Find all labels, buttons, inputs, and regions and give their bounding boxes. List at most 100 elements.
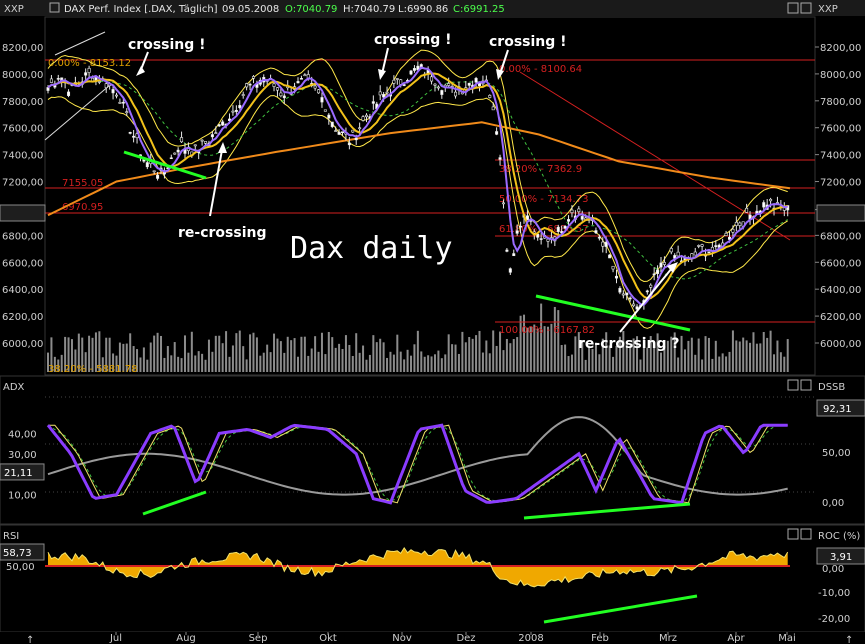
volume-bar bbox=[738, 341, 741, 372]
annotation-re-crossing: re-crossing bbox=[178, 225, 266, 241]
candle-body bbox=[354, 137, 358, 141]
volume-bar bbox=[694, 354, 697, 372]
candle-body bbox=[121, 101, 125, 104]
volume-bar bbox=[279, 341, 282, 372]
candle-body bbox=[313, 85, 317, 89]
candle-body bbox=[567, 219, 571, 222]
volume-bar bbox=[437, 350, 440, 372]
candle-body bbox=[176, 149, 180, 153]
volume-bar bbox=[314, 336, 317, 372]
price-right-tick: 7200,00 bbox=[820, 178, 861, 189]
volume-bar bbox=[348, 344, 351, 372]
candle-body bbox=[707, 251, 711, 254]
candle-body bbox=[577, 208, 581, 213]
volume-bar bbox=[485, 340, 488, 372]
volume-bar bbox=[303, 336, 306, 372]
volume-bar bbox=[139, 357, 142, 372]
price-right-tick: 6400,00 bbox=[820, 285, 861, 296]
volume-bar bbox=[351, 355, 354, 372]
volume-bar bbox=[410, 355, 413, 372]
volume-bar bbox=[704, 336, 707, 372]
candle-body bbox=[275, 87, 279, 91]
candle-body bbox=[303, 74, 307, 77]
candle-body bbox=[334, 130, 338, 132]
candle-body bbox=[323, 109, 327, 112]
left-axis-label: XXP bbox=[4, 4, 24, 15]
volume-bar bbox=[468, 337, 471, 372]
price-candles bbox=[46, 61, 790, 311]
volume-bar bbox=[492, 330, 495, 372]
volume-bar bbox=[731, 330, 734, 372]
annotation-re-crossing-q: re-crossing ? bbox=[578, 336, 679, 352]
volume-bar bbox=[286, 336, 289, 372]
arrow-crossing-2 bbox=[381, 47, 389, 75]
candle-body bbox=[145, 162, 149, 168]
volume-bar bbox=[259, 355, 262, 372]
roc-right-tick: -10,00 bbox=[818, 588, 850, 599]
scroll-right-icon[interactable]: ↑ bbox=[845, 635, 853, 644]
volume-bar bbox=[557, 310, 560, 372]
candle-body bbox=[282, 95, 286, 99]
price-left-tick: 6800,00 bbox=[2, 231, 43, 242]
rsi-left-tick: 50,00 bbox=[6, 562, 35, 573]
volume-bar bbox=[290, 340, 293, 372]
header-close: C:6991.25 bbox=[453, 4, 505, 15]
volume-bar bbox=[718, 356, 721, 372]
arrowhead-re-crossing-icon bbox=[218, 142, 227, 153]
candle-body bbox=[132, 135, 136, 138]
candle-body bbox=[597, 236, 601, 239]
candle-body bbox=[245, 83, 249, 88]
price-right-tick: 6800,00 bbox=[820, 231, 861, 242]
volume-bar bbox=[509, 343, 512, 372]
candle-body bbox=[378, 91, 382, 96]
dssb-right-tick: 92,31 bbox=[823, 404, 852, 415]
volume-bar bbox=[516, 337, 519, 372]
volume-bar bbox=[403, 359, 406, 372]
candle-body bbox=[693, 251, 697, 256]
chart-caption: Dax daily bbox=[290, 231, 453, 266]
white-trend-line-b bbox=[54, 31, 106, 56]
candle-body bbox=[731, 228, 735, 233]
volume-bar bbox=[218, 335, 221, 372]
candle-body bbox=[594, 230, 598, 234]
candle-body bbox=[125, 111, 129, 113]
candle-body bbox=[104, 83, 108, 88]
candle-body bbox=[436, 86, 440, 89]
volume-bar bbox=[331, 337, 334, 372]
candle-body bbox=[649, 284, 653, 288]
candle-body bbox=[210, 134, 214, 138]
candle-body bbox=[433, 83, 437, 86]
candle-body bbox=[447, 83, 451, 86]
candle-body bbox=[498, 157, 502, 160]
volume-bar bbox=[355, 333, 358, 372]
volume-bar bbox=[444, 354, 447, 372]
volume-bar bbox=[238, 330, 241, 372]
volume-bar bbox=[382, 342, 385, 372]
candle-body bbox=[87, 68, 91, 73]
volume-bar bbox=[255, 337, 258, 372]
candle-body bbox=[412, 68, 416, 71]
volume-bar bbox=[344, 335, 347, 372]
candle-body bbox=[491, 106, 495, 111]
candle-body bbox=[625, 292, 629, 296]
volume-bar bbox=[156, 332, 159, 372]
volume-bar bbox=[687, 340, 690, 372]
right-axis-label: XXP bbox=[818, 4, 838, 15]
dssb-right-tick: 0,00 bbox=[822, 498, 844, 509]
candle-body bbox=[382, 94, 386, 98]
volume-bar bbox=[242, 346, 245, 372]
volume-bar bbox=[478, 330, 481, 372]
price-right-tick: 7800,00 bbox=[820, 97, 861, 108]
fib-label-100: 100.00% - 6167.82 bbox=[499, 325, 595, 336]
instrument-title: DAX Perf. Index [.DAX, Täglich] bbox=[64, 4, 218, 15]
volume-bar bbox=[324, 354, 327, 372]
candle-body bbox=[738, 222, 742, 226]
level-label-7155: 7155.05 bbox=[62, 178, 103, 189]
volume-bar bbox=[160, 335, 163, 372]
volume-bar bbox=[221, 343, 224, 372]
candle-body bbox=[351, 129, 355, 133]
volume-bar bbox=[779, 352, 782, 372]
candle-body bbox=[724, 232, 728, 236]
volume-bar bbox=[231, 345, 234, 372]
scroll-left-icon[interactable]: ↑ bbox=[26, 635, 34, 644]
